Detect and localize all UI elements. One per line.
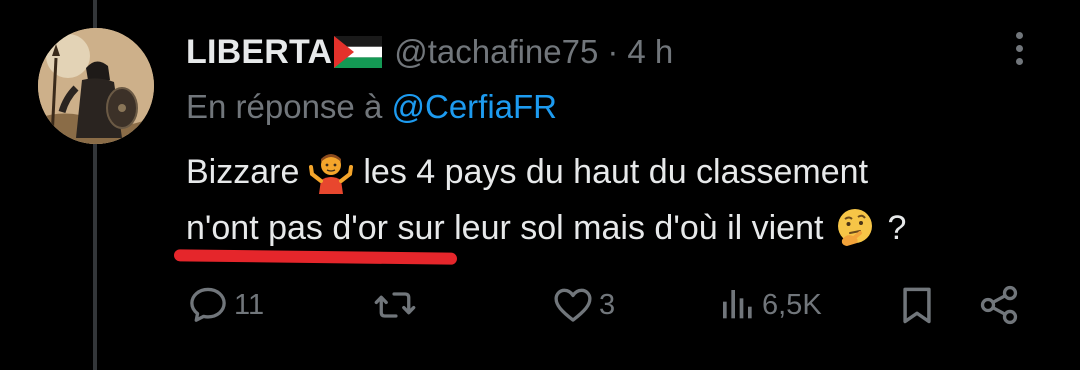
retweet-button[interactable]	[372, 280, 422, 330]
reply-icon	[190, 287, 226, 322]
tweet-text-line-1: Bizzare les 4 pays du haut du classement	[186, 150, 868, 194]
bookmark-icon	[903, 287, 931, 324]
separator-dot: ·	[607, 33, 619, 70]
views-count: 6,5K	[762, 288, 822, 321]
heart-icon	[554, 288, 592, 322]
reply-context: En réponse à @CerfiaFR	[186, 88, 557, 126]
palestine-flag-icon	[334, 36, 383, 68]
like-count: 3	[599, 288, 616, 321]
red-underline-annotation	[173, 249, 458, 265]
display-name[interactable]: LIBERTA	[186, 33, 332, 72]
reply-prefix: En réponse à	[186, 88, 383, 125]
tweet-header: LIBERTA @tachafine75 · 4 h	[186, 30, 673, 74]
person-shrugging-icon	[309, 154, 354, 194]
timestamp[interactable]: 4 h	[627, 33, 673, 71]
thinking-face-icon	[838, 209, 873, 246]
text-segment: Bizzare	[186, 152, 300, 191]
tweet[interactable]: LIBERTA @tachafine75 · 4 h En réponse à …	[0, 0, 1080, 370]
text-segment: n'ont pas d'or sur leur sol mais d'où il…	[186, 208, 824, 247]
tweet-actions: 11 3 6,5K	[0, 280, 1080, 330]
views-button[interactable]: 6,5K	[718, 280, 822, 330]
text-segment: ?	[887, 208, 907, 247]
avatar[interactable]	[38, 28, 154, 144]
share-icon	[980, 285, 1018, 325]
views-chart-icon	[723, 290, 752, 319]
more-options-icon[interactable]	[1012, 32, 1026, 72]
tweet-text-line-2: n'ont pas d'or sur leur sol mais d'où il…	[186, 206, 906, 250]
reply-button[interactable]: 11	[186, 280, 264, 330]
reply-mention-link[interactable]: @CerfiaFR	[391, 88, 557, 125]
bookmark-button[interactable]	[895, 280, 939, 330]
user-handle[interactable]: @tachafine75	[394, 33, 598, 71]
like-button[interactable]: 3	[551, 280, 615, 330]
retweet-icon	[374, 292, 416, 318]
text-segment: les 4 pays du haut du classement	[363, 152, 869, 191]
avatar-image	[38, 28, 154, 144]
share-button[interactable]	[976, 280, 1022, 330]
reply-count: 11	[234, 288, 265, 321]
